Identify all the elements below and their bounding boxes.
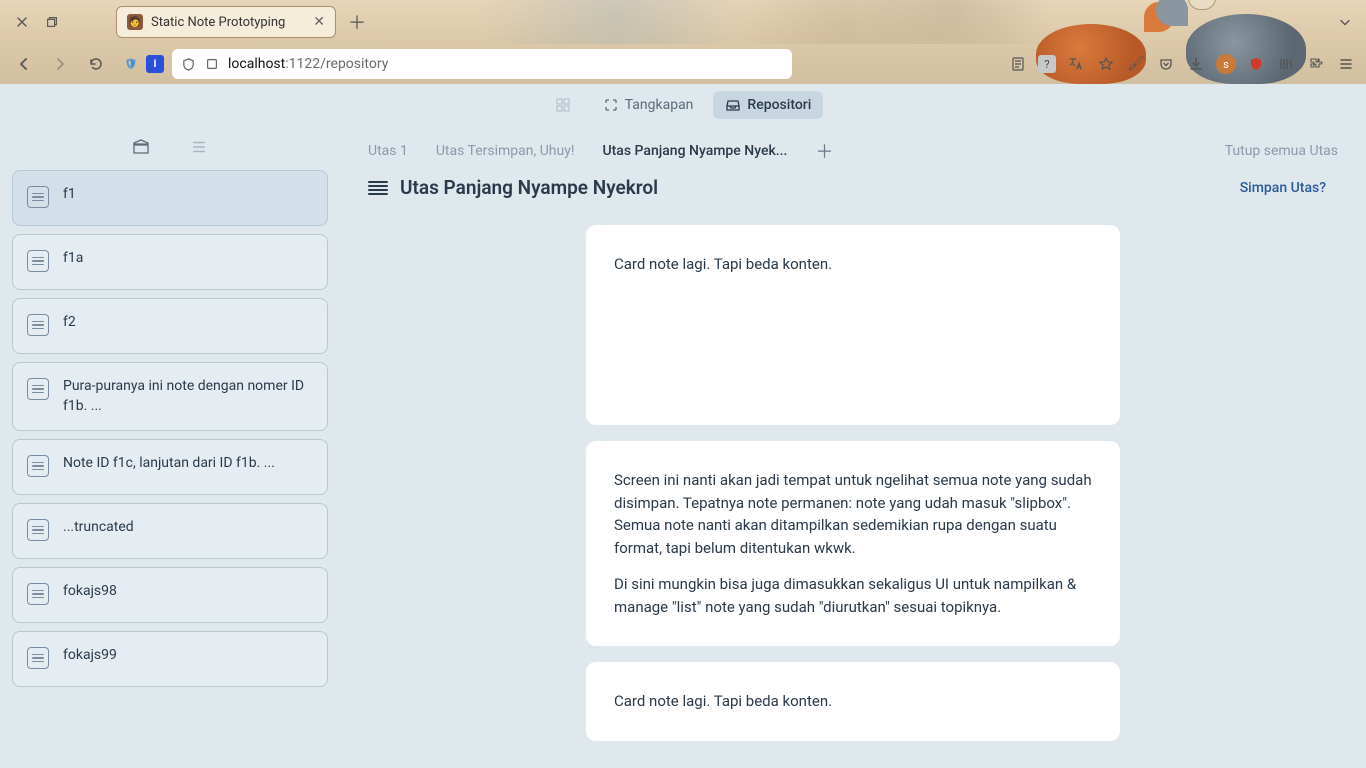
help-icon[interactable]: ?: [1038, 55, 1056, 73]
sidebar-card-text: fokajs98: [63, 582, 117, 602]
extension-ublock-icon[interactable]: [1246, 54, 1266, 74]
sidebar-card-text: f2: [63, 313, 76, 333]
tray-icon: [725, 97, 741, 113]
note-card[interactable]: Card note lagi. Tapi beda konten.: [586, 662, 1120, 741]
nav-forward-button[interactable]: [46, 50, 74, 78]
note-icon: [27, 378, 49, 400]
sidebar-card-text: fokajs99: [63, 646, 117, 666]
translate-icon[interactable]: [1066, 54, 1086, 74]
app-root: Tangkapan Repositori f1 f1a f2 Pura-puranya…: [0, 84, 1366, 768]
extension-brush-icon[interactable]: 🖌: [1126, 54, 1146, 74]
top-nav: Tangkapan Repositori: [0, 84, 1366, 126]
grid-icon: [555, 97, 571, 113]
thread-tab[interactable]: Utas Tersimpan, Uhuy!: [436, 143, 575, 159]
sidebar-note-card[interactable]: fokajs99: [12, 631, 328, 687]
sidebar-card-text: Pura-puranya ini note dengan nomer ID f1…: [63, 377, 313, 416]
thread-tabs: Utas 1 Utas Tersimpan, Uhuy! Utas Panjan…: [340, 126, 1366, 170]
sidebar-card-text: f1a: [63, 249, 83, 269]
nav-back-button[interactable]: [10, 50, 38, 78]
url-text: localhost:1122/repository: [228, 56, 388, 72]
app-menu-icon[interactable]: [1336, 54, 1356, 74]
sidebar-tab-box[interactable]: [130, 136, 152, 158]
save-thread-button[interactable]: Simpan Utas?: [1240, 180, 1326, 196]
extensions-puzzle-icon[interactable]: [1306, 54, 1326, 74]
new-tab-button[interactable]: ＋: [348, 9, 366, 35]
sidebar-note-card[interactable]: fokajs98: [12, 567, 328, 623]
sidebar-note-card[interactable]: Note ID f1c, lanjutan dari ID f1b. ...: [12, 439, 328, 495]
toolbar-right-icons: ? 🖌 s: [1008, 54, 1356, 74]
thread-title: Utas Panjang Nyampe Nyekrol: [400, 176, 658, 199]
tracking-protection-icon[interactable]: [180, 56, 196, 72]
tab-close-icon[interactable]: ✕: [313, 14, 325, 30]
sidebar-card-text: Note ID f1c, lanjutan dari ID f1b. ...: [63, 454, 275, 474]
nav-reload-button[interactable]: [82, 50, 110, 78]
reader-mode-icon[interactable]: [1008, 54, 1028, 74]
restore-window-icon[interactable]: [44, 14, 60, 30]
browser-tab-active[interactable]: 🧑 Static Note Prototyping ✕: [116, 6, 336, 38]
library-icon[interactable]: [1276, 54, 1296, 74]
note-icon: [27, 583, 49, 605]
sidebar-card-text: f1: [63, 185, 76, 205]
note-paragraph: Screen ini nanti akan jadi tempat untuk …: [614, 469, 1092, 559]
note-paragraph: Card note lagi. Tapi beda konten.: [614, 253, 1092, 276]
note-icon: [27, 455, 49, 477]
site-info-icon[interactable]: [204, 56, 220, 72]
browser-toolbar: 🛡 I localhost:1122/repository ? 🖌 s: [0, 44, 1366, 84]
account-badge[interactable]: s: [1216, 54, 1236, 74]
note-paragraph: Di sini mungkin bisa juga dimasukkan sek…: [614, 573, 1092, 618]
sidebar-view-tabs: [12, 130, 328, 170]
note-card[interactable]: Card note lagi. Tapi beda konten.: [586, 225, 1120, 425]
extension-icon-shield[interactable]: 🛡: [122, 55, 140, 73]
close-window-icon[interactable]: [14, 14, 30, 30]
sidebar-card-text: ...truncated: [63, 518, 134, 538]
sidebar-note-card[interactable]: f1: [12, 170, 328, 226]
pocket-icon[interactable]: [1156, 54, 1176, 74]
downloads-icon[interactable]: [1186, 54, 1206, 74]
tab-favicon: 🧑: [127, 14, 143, 30]
content-pane: Utas 1 Utas Tersimpan, Uhuy! Utas Panjan…: [340, 126, 1366, 768]
note-stream[interactable]: Card note lagi. Tapi beda konten. Screen …: [340, 215, 1366, 768]
sidebar-note-card[interactable]: Pura-puranya ini note dengan nomer ID f1…: [12, 362, 328, 431]
thread-tab-active[interactable]: Utas Panjang Nyampe Nyek...: [602, 143, 787, 159]
sidebar: f1 f1a f2 Pura-puranya ini note dengan nome…: [0, 126, 340, 768]
sidebar-tab-list[interactable]: [188, 136, 210, 158]
note-icon: [27, 314, 49, 336]
add-thread-button[interactable]: ＋: [815, 138, 833, 164]
note-paragraph: Card note lagi. Tapi beda konten.: [614, 690, 1092, 713]
tabstrip-controls: [8, 14, 60, 30]
tab-title: Static Note Prototyping: [151, 15, 285, 30]
sidebar-note-card[interactable]: f1a: [12, 234, 328, 290]
top-nav-repositori[interactable]: Repositori: [713, 91, 823, 119]
top-nav-label: Tangkapan: [625, 97, 694, 113]
close-all-threads-button[interactable]: Tutup semua Utas: [1225, 143, 1338, 159]
note-card[interactable]: Screen ini nanti akan jadi tempat untuk …: [586, 441, 1120, 646]
sidebar-note-card[interactable]: ...truncated: [12, 503, 328, 559]
top-nav-label: Repositori: [747, 97, 811, 113]
note-icon: [27, 647, 49, 669]
browser-tabstrip: 🧑 Static Note Prototyping ✕ ＋: [0, 0, 1366, 44]
sidebar-note-card[interactable]: f2: [12, 298, 328, 354]
note-icon: [27, 519, 49, 541]
capture-icon: [603, 97, 619, 113]
bookmark-star-icon[interactable]: [1096, 54, 1116, 74]
main-row: f1 f1a f2 Pura-puranya ini note dengan nome…: [0, 126, 1366, 768]
top-nav-tangkapan[interactable]: Tangkapan: [591, 91, 706, 119]
sidebar-card-list: f1 f1a f2 Pura-puranya ini note dengan nome…: [12, 170, 328, 687]
top-nav-grid: [543, 91, 583, 119]
tabs-dropdown-icon[interactable]: [1338, 15, 1358, 29]
note-icon: [27, 186, 49, 208]
thread-header: Utas Panjang Nyampe Nyekrol Simpan Utas?: [340, 170, 1366, 215]
extension-icon-i[interactable]: I: [146, 55, 164, 73]
url-bar[interactable]: localhost:1122/repository: [172, 49, 792, 79]
extension-icons-left: 🛡 I: [122, 55, 164, 73]
note-icon: [27, 250, 49, 272]
thread-tab[interactable]: Utas 1: [368, 143, 408, 159]
thread-icon: [368, 178, 388, 198]
